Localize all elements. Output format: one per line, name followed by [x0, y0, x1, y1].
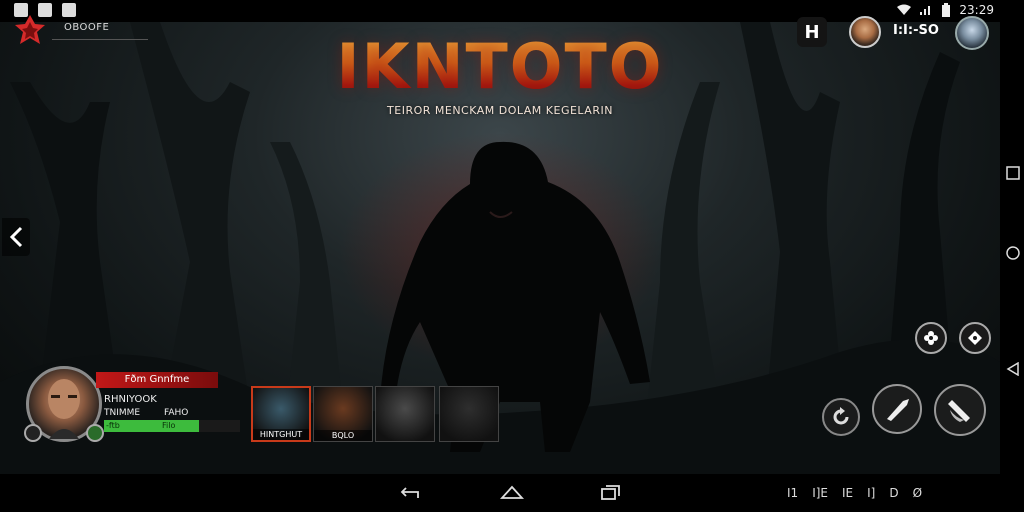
character-card[interactable]	[439, 386, 499, 442]
character-face	[376, 387, 434, 441]
health-bar-label-right: Filo	[162, 421, 176, 430]
stat-left: TNIMME	[104, 408, 141, 418]
battery-icon	[942, 3, 951, 17]
message-icon	[62, 3, 76, 17]
stat-right: FAHO	[164, 408, 189, 418]
triangle-back-icon[interactable]	[1006, 362, 1020, 376]
attack-button[interactable]	[872, 384, 922, 434]
check-icon[interactable]	[86, 424, 104, 442]
nav-extra[interactable]: D	[889, 486, 898, 500]
health-bar-label-left: -ftb	[106, 421, 120, 430]
player-name: RHNIYOOK	[104, 394, 157, 405]
game-subtitle: TEIROR MENCKAM DOLAM KEGELARIN	[387, 104, 613, 117]
weapon-icon[interactable]	[24, 424, 42, 442]
character-face	[440, 387, 498, 441]
nav-extra[interactable]: I]	[867, 486, 875, 500]
reload-button[interactable]	[822, 398, 860, 436]
h-menu-button[interactable]: H	[797, 17, 827, 47]
character-card[interactable]	[375, 386, 435, 442]
diamond-icon	[968, 331, 982, 345]
blade-icon	[887, 399, 909, 421]
character-card[interactable]: HINTGHUT	[251, 386, 311, 442]
wifi-icon	[897, 4, 912, 15]
character-caption: HINTGHUT	[253, 429, 309, 440]
recents-icon[interactable]	[600, 484, 622, 502]
flower-skill-button[interactable]	[915, 322, 947, 354]
nav-bottom-extras: I1 I]E IE I] D Ø	[787, 486, 922, 500]
target-button[interactable]	[959, 322, 991, 354]
health-bar: -ftb Filo	[104, 420, 240, 432]
character-card[interactable]: BQLO	[313, 386, 373, 442]
player-rank-banner: Fðm Gnnfme	[96, 372, 218, 388]
special-attack-button[interactable]	[934, 384, 986, 436]
nav-extra[interactable]: I]E	[812, 486, 828, 500]
game-title: IKNTOTO	[0, 30, 1000, 103]
score-readout: I:I:-SO	[893, 23, 939, 38]
square-icon[interactable]	[1006, 166, 1020, 180]
signal-icon	[920, 6, 931, 15]
back-icon[interactable]	[400, 484, 424, 502]
profile-avatar[interactable]	[955, 16, 989, 50]
back-chevron-button[interactable]	[2, 218, 30, 256]
axe-icon	[948, 400, 970, 422]
home-icon[interactable]	[500, 484, 524, 502]
friend-avatar[interactable]	[849, 16, 881, 48]
character-caption: BQLO	[314, 430, 372, 441]
nav-extra[interactable]: IE	[842, 486, 853, 500]
nav-extra[interactable]: I1	[787, 486, 798, 500]
circle-icon[interactable]	[1006, 246, 1020, 260]
stat-row: TNIMME FAHO	[104, 408, 240, 418]
nav-extra[interactable]: Ø	[913, 486, 922, 500]
system-nav-bottom: I1 I]E IE I] D Ø	[0, 474, 1024, 512]
system-nav-right	[1000, 22, 1024, 474]
game-screen: 23:29 OBOOFE IKNTOTO TEIROR MENCKAM DOLA…	[0, 0, 1024, 512]
flower-icon	[924, 331, 938, 345]
reload-icon	[833, 407, 849, 425]
chevron-left-icon	[9, 226, 23, 248]
clock: 23:29	[959, 3, 994, 17]
